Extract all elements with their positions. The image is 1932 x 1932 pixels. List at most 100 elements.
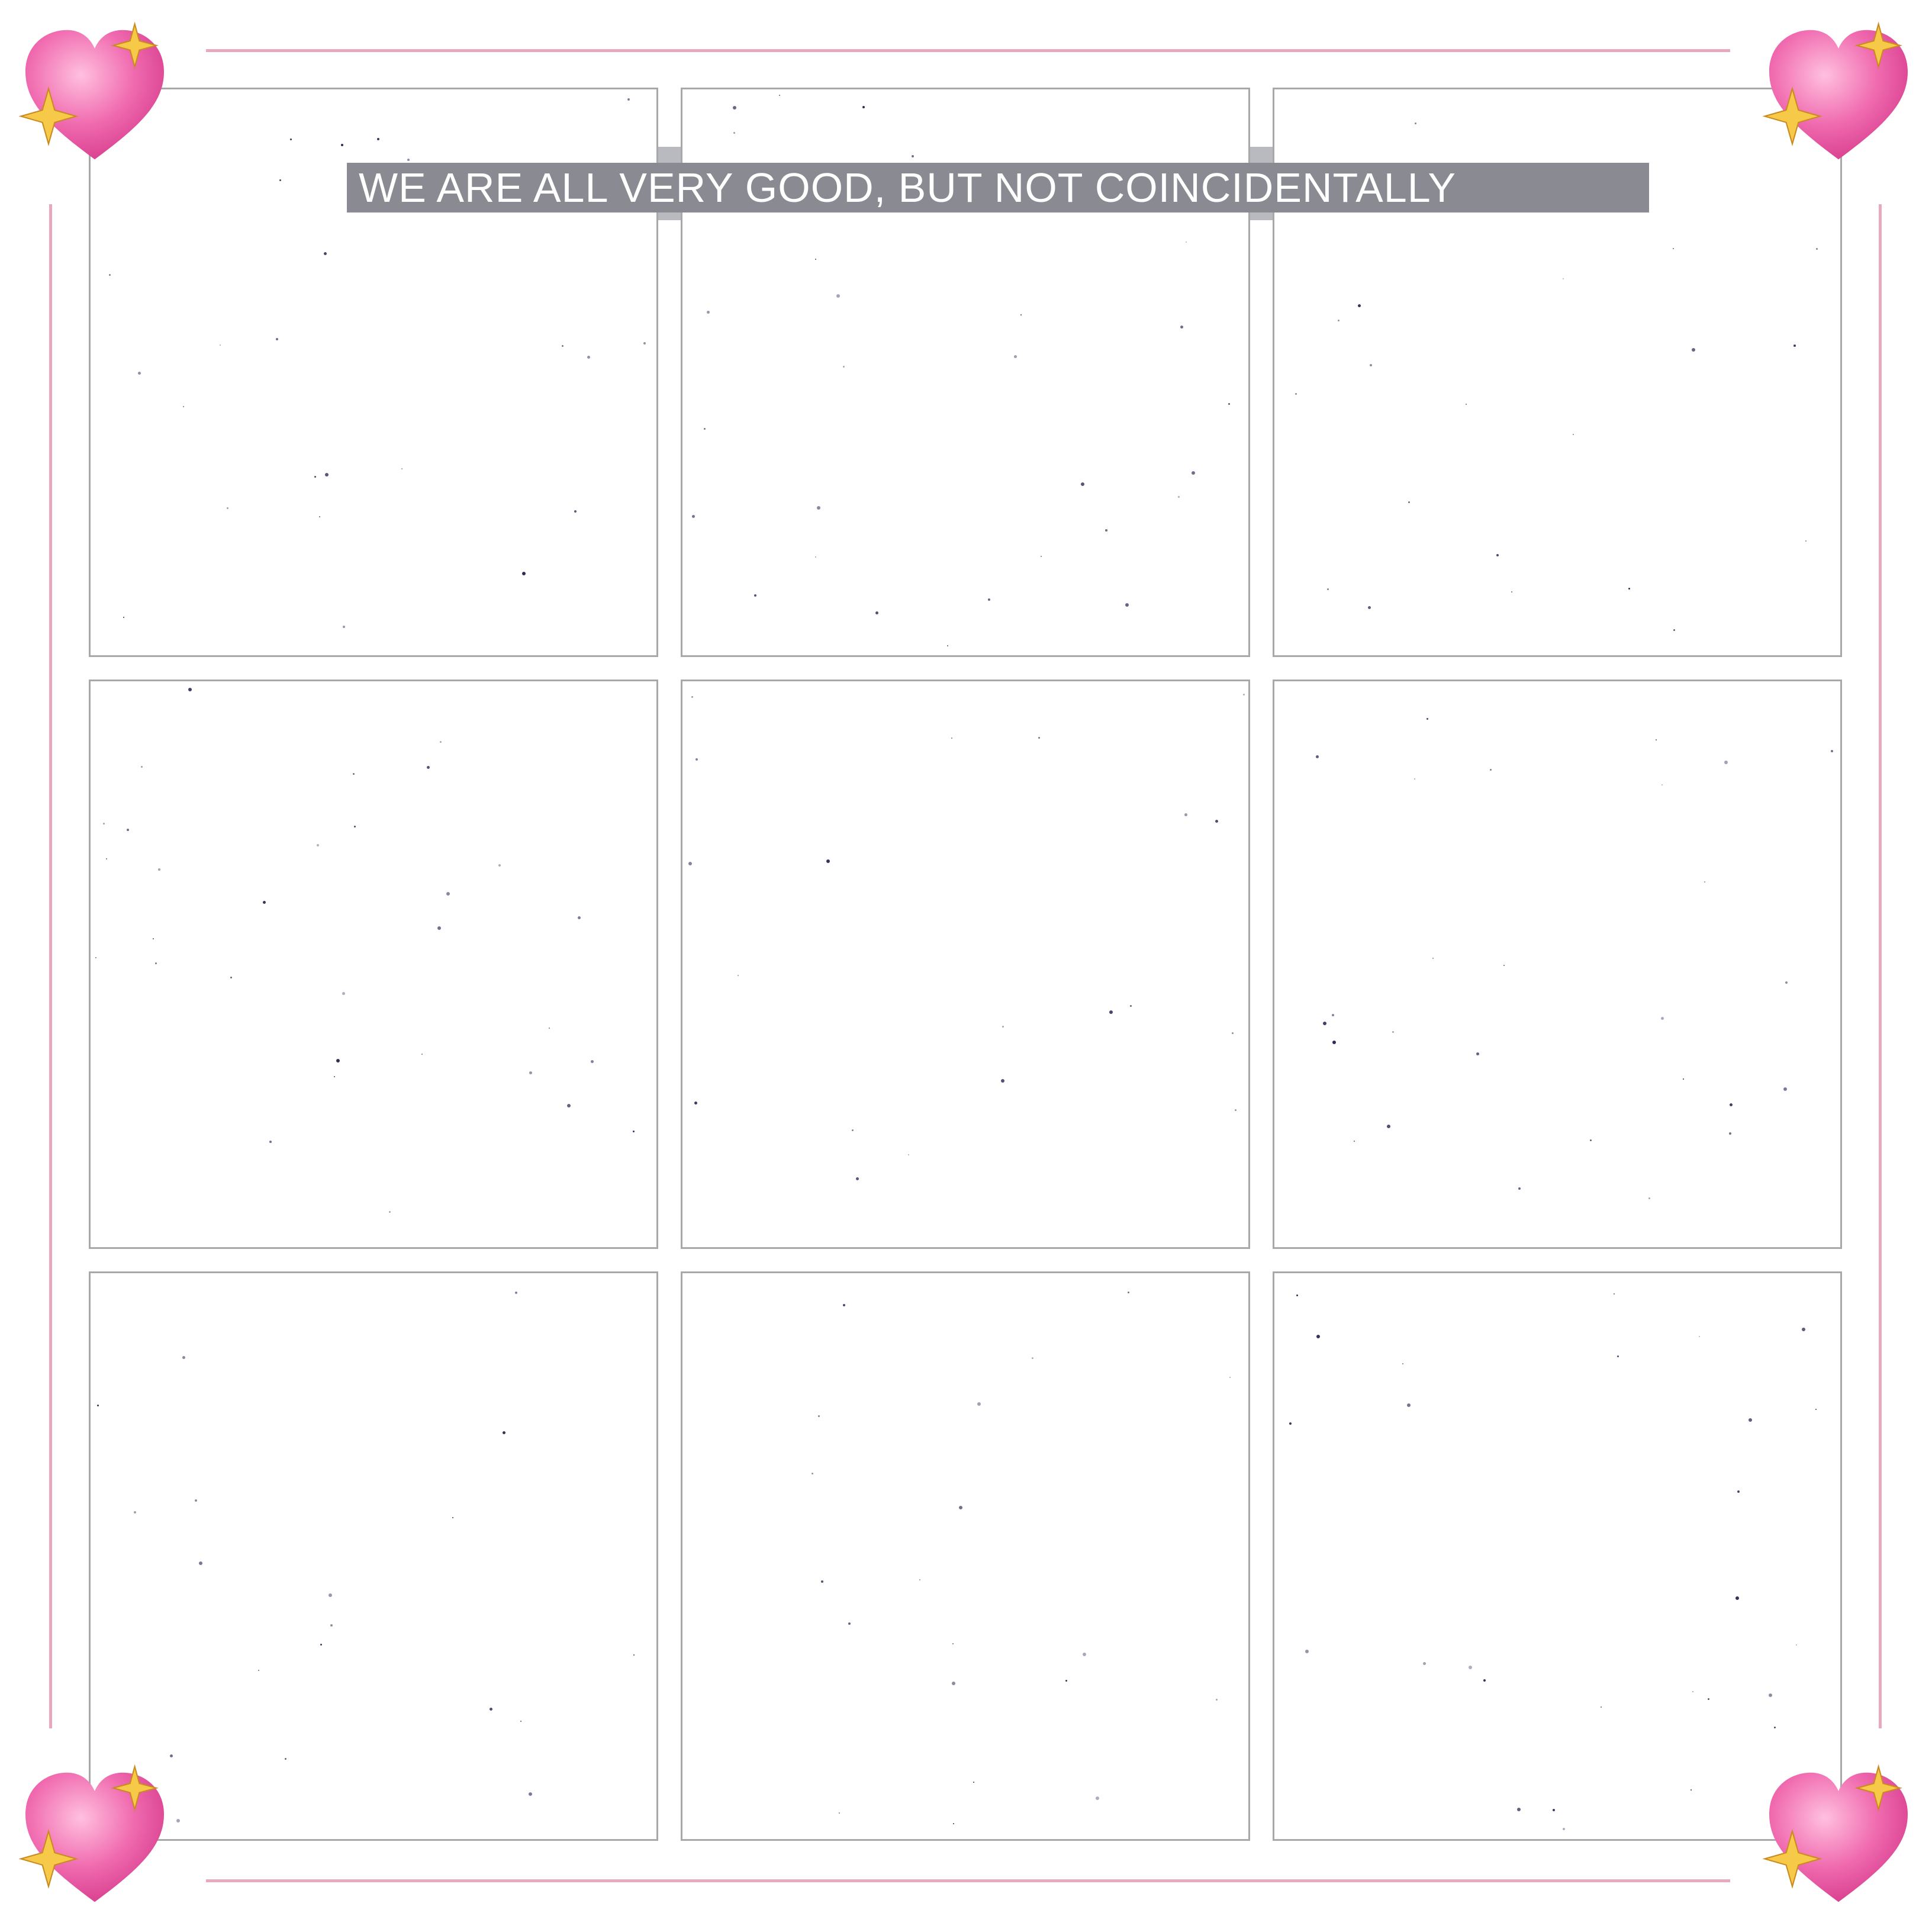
speck-mark [1516, 1807, 1521, 1811]
speck-mark [316, 843, 319, 846]
speck-mark [437, 926, 442, 930]
speck-mark [1562, 1827, 1565, 1830]
speck-mark [137, 371, 141, 375]
speck-mark [587, 356, 591, 359]
grid-cell-7[interactable] [89, 1271, 658, 1841]
speck-mark [1332, 1014, 1335, 1017]
speck-mark [1673, 629, 1676, 631]
caption-text: WE ARE ALL VERY GOOD, BUT NOT COINCIDENT… [359, 165, 1457, 211]
speck-mark [1095, 1796, 1099, 1800]
speck-mark [691, 514, 695, 518]
speck-mark [1178, 495, 1180, 498]
speck-mark [953, 1822, 955, 1824]
speck-mark [1038, 737, 1040, 739]
speck-mark [836, 294, 840, 298]
speck-mark [1628, 587, 1631, 590]
speck-mark [97, 1404, 99, 1406]
speck-mark [754, 594, 757, 597]
speck-mark [1704, 881, 1705, 883]
speck-mark [1422, 1662, 1426, 1666]
speck-mark [314, 475, 316, 478]
speck-mark [591, 1060, 594, 1063]
grid-cell-4[interactable] [89, 680, 658, 1249]
speck-mark [1370, 363, 1373, 366]
speck-mark [567, 1103, 571, 1107]
speck-mark [1496, 553, 1499, 556]
grid-cell-5[interactable] [681, 680, 1250, 1249]
speck-mark [1661, 1017, 1664, 1020]
speck-mark [562, 344, 564, 347]
speck-mark [1801, 1328, 1805, 1332]
speck-mark [951, 738, 952, 739]
speck-mark [1613, 1293, 1615, 1295]
speck-mark [842, 366, 845, 368]
speck-mark [695, 758, 698, 761]
sparkling-heart-icon [18, 18, 172, 172]
speck-mark [1656, 739, 1657, 740]
speck-mark [1367, 606, 1371, 610]
speck-mark [1511, 591, 1513, 593]
speck-mark [1322, 1021, 1326, 1025]
speck-mark [1128, 1292, 1130, 1294]
speck-mark [1682, 1078, 1684, 1080]
speck-mark [1769, 1693, 1773, 1697]
speck-mark [1242, 694, 1245, 696]
speck-mark [123, 616, 125, 618]
speck-mark [529, 1792, 533, 1796]
speck-mark [352, 773, 355, 775]
speck-mark [815, 259, 817, 260]
speck-mark [498, 864, 501, 867]
speck-mark [1109, 1010, 1113, 1014]
frame-line-left [49, 204, 52, 1728]
caption-banner: WE ARE ALL VERY GOOD, BUT NOT COINCIDENT… [347, 163, 1649, 212]
speck-mark [1692, 347, 1696, 352]
speck-mark [848, 1622, 851, 1625]
speck-mark [778, 94, 780, 96]
speck-mark [1572, 433, 1574, 435]
grid-cell-9[interactable] [1273, 1271, 1842, 1841]
speck-mark [694, 1101, 697, 1105]
speck-mark [907, 1154, 909, 1155]
speck-mark [1014, 355, 1017, 358]
speck-mark [440, 741, 442, 743]
speck-mark [1707, 1698, 1709, 1700]
speck-mark [1466, 404, 1467, 405]
speck-mark [279, 179, 281, 182]
speck-mark [1305, 1649, 1309, 1653]
speck-mark [1413, 778, 1415, 780]
speck-mark [154, 962, 157, 964]
speck-mark [269, 1140, 272, 1143]
speck-mark [421, 1054, 423, 1055]
speck-mark [182, 1355, 185, 1359]
speck-mark [688, 861, 692, 865]
speck-mark [817, 1415, 820, 1417]
speck-mark [912, 154, 915, 157]
grid-cell-6[interactable] [1273, 680, 1842, 1249]
speck-mark [919, 1579, 920, 1581]
speck-mark [330, 1624, 333, 1627]
speck-mark [1358, 304, 1361, 308]
speck-mark [633, 1654, 635, 1656]
speck-mark [1692, 1691, 1694, 1693]
speck-mark [1648, 1197, 1651, 1199]
speck-mark [290, 138, 292, 140]
speck-mark [1332, 1040, 1337, 1044]
speck-mark [1730, 1103, 1733, 1107]
grid-cell-8[interactable] [681, 1271, 1250, 1841]
sparkling-heart-icon [1762, 1760, 1915, 1914]
speck-mark [176, 1819, 180, 1823]
speck-mark [707, 310, 710, 314]
speck-mark [1503, 965, 1505, 967]
speck-mark [515, 1292, 518, 1295]
speck-mark [1673, 247, 1675, 249]
speck-mark [102, 822, 105, 825]
speck-mark [227, 507, 229, 510]
speck-mark [407, 158, 410, 161]
frame-line-right [1879, 204, 1882, 1728]
speck-mark [1483, 1679, 1486, 1682]
speck-mark [691, 696, 694, 698]
speck-mark [276, 337, 279, 340]
speck-mark [95, 957, 97, 958]
speck-mark [320, 1644, 322, 1646]
speck-mark [1192, 471, 1196, 475]
